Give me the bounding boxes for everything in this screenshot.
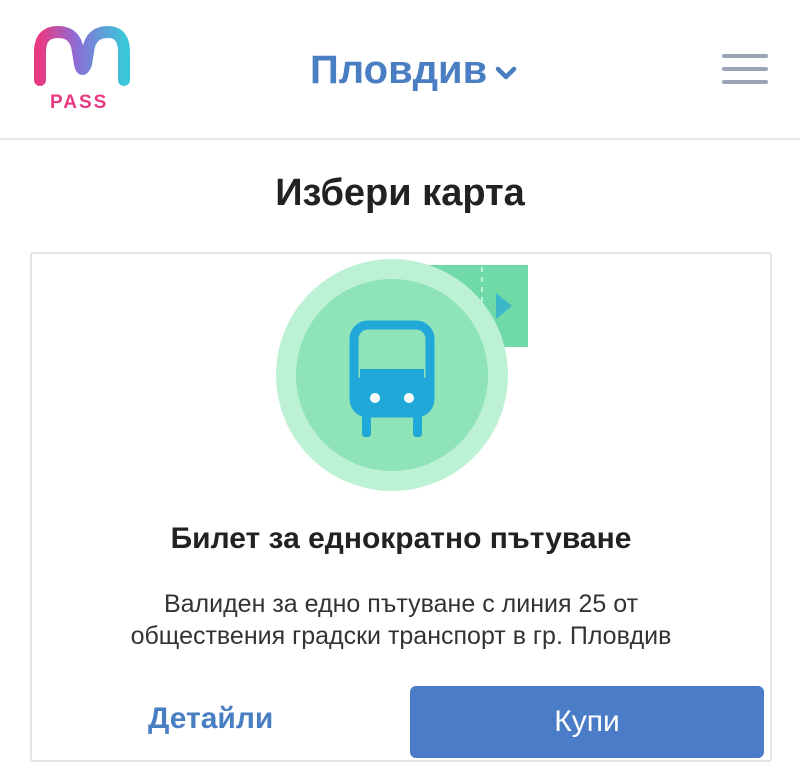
- details-link[interactable]: Детайли: [148, 702, 273, 736]
- ticket-title: Билет за еднократно пътуване: [170, 522, 632, 555]
- app-header: PASS Пловдив: [0, 0, 800, 140]
- ticket-card: Билет за еднократно пътуване Валиден за …: [30, 252, 772, 762]
- ticket-bus-illustration: [276, 259, 528, 491]
- city-selector[interactable]: Пловдив: [310, 48, 517, 93]
- ticket-description-line: обществения градски транспорт в гр. Плов…: [130, 622, 672, 650]
- logo-text: PASS: [50, 92, 109, 113]
- ticket-description: Валиден за едно пътуване с линия 25 от о…: [72, 588, 730, 652]
- ticket-description-line: Валиден за едно пътуване с линия 25 от: [163, 590, 639, 618]
- hamburger-menu-icon[interactable]: [722, 50, 768, 88]
- menu-line: [722, 80, 768, 84]
- buy-button[interactable]: Купи: [410, 686, 764, 758]
- chevron-down-icon: [495, 66, 517, 79]
- mpass-logo[interactable]: PASS: [26, 22, 136, 117]
- city-name: Пловдив: [310, 48, 488, 92]
- menu-line: [722, 54, 768, 58]
- menu-line: [722, 67, 768, 71]
- page-title: Избери карта: [275, 172, 525, 214]
- mpass-logo-mark: [34, 26, 130, 86]
